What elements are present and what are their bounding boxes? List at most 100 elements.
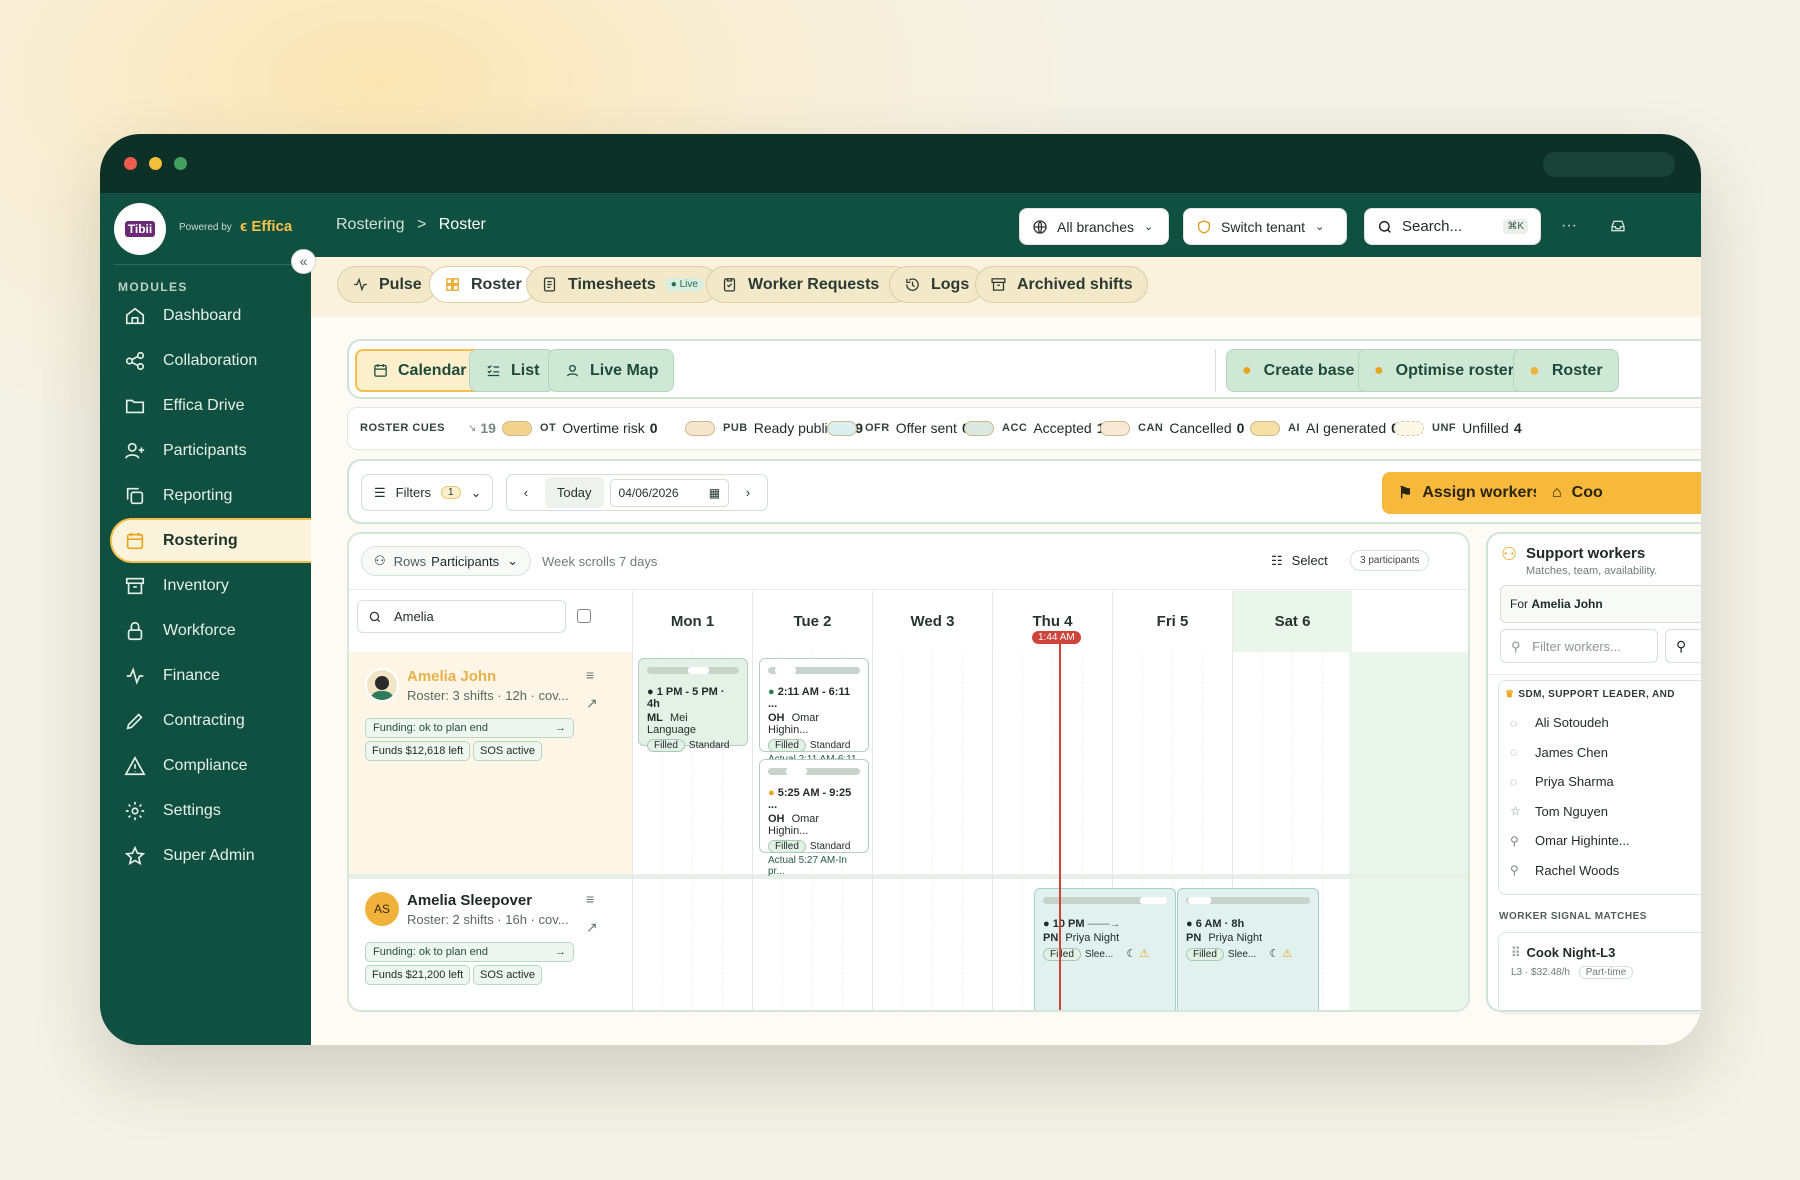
external-link-icon[interactable]: ↗ — [586, 695, 598, 712]
optimise-roster-button[interactable]: ● Optimise roster — [1358, 349, 1530, 392]
prev-week-icon[interactable]: ‹ — [507, 485, 545, 500]
sidebar-item-inventory[interactable]: Inventory — [112, 563, 307, 608]
continues-arrow-icon: ——→ — [1087, 918, 1121, 930]
shift-actual: Actual 5:27 AM-In pr... — [768, 855, 847, 877]
users-icon: ⚇ — [1501, 544, 1518, 564]
coordinator-button[interactable]: ⌂ Coo — [1536, 472, 1701, 514]
support-worker-item[interactable]: ◌ James Chen — [1510, 745, 1701, 760]
support-worker-item[interactable]: ◌ Priya Sharma — [1510, 774, 1701, 789]
sidebar-item-super-admin[interactable]: Super Admin — [112, 833, 307, 878]
worker-code: ML — [647, 712, 663, 724]
participant-search-input[interactable]: Amelia — [357, 600, 566, 633]
select-button[interactable]: ☷ Select — [1271, 553, 1328, 569]
sidebar-item-reporting[interactable]: Reporting — [112, 473, 307, 518]
next-week-icon[interactable]: › — [729, 485, 767, 500]
sidebar-item-participants[interactable]: Participants — [112, 428, 307, 473]
cue-can[interactable]: CAN Cancelled 0 — [1100, 420, 1244, 436]
logo-text: Tibii — [124, 221, 156, 237]
sidebar-item-dashboard[interactable]: Dashboard — [112, 293, 307, 338]
tab-roster[interactable]: Roster — [429, 266, 537, 303]
shift-card[interactable]: ● 10 PM ——→ PN Priya Night Filled Slee...… — [1034, 888, 1176, 1010]
sidebar-item-workforce[interactable]: Workforce — [112, 608, 307, 653]
grid-line — [1322, 652, 1323, 1010]
external-link-icon[interactable]: ↗ — [586, 919, 598, 936]
tab-archived-shifts[interactable]: Archived shifts — [975, 266, 1148, 303]
shift-card[interactable]: ● 5:25 AM - 9:25 ... OH Omar Highin... F… — [759, 759, 869, 877]
rows-select[interactable]: ⚇ Rows Participants ⌄ — [361, 546, 531, 576]
breadcrumb-rostering[interactable]: Rostering — [336, 216, 404, 233]
minimize-dot[interactable] — [149, 157, 162, 170]
close-dot[interactable] — [124, 157, 137, 170]
participant-name[interactable]: Amelia Sleepover — [407, 892, 532, 909]
support-worker-item[interactable]: ⚲Omar Highinte...Suppo — [1510, 833, 1701, 848]
sidebar-item-contracting[interactable]: Contracting — [112, 698, 307, 743]
participant-name[interactable]: Amelia John — [407, 668, 496, 685]
tab-timesheets[interactable]: Timesheets ● Live — [526, 266, 719, 303]
shift-card[interactable]: ● 2:11 AM - 6:11 ... OH Omar Highin... F… — [759, 658, 869, 776]
cue-code: UNF — [1432, 422, 1457, 434]
sidebar-item-finance[interactable]: Finance — [112, 653, 307, 698]
tab-pulse[interactable]: Pulse — [337, 266, 437, 303]
more-icon[interactable]: ··· — [1561, 217, 1577, 235]
signal-card[interactable]: ⠿ Cook Night-L3 L3 · $32.48/h Part-time — [1498, 932, 1701, 1014]
rows-label: Rows — [393, 553, 427, 569]
filter-icon[interactable]: ≡ — [586, 667, 594, 683]
day-header[interactable]: Tue 2 — [752, 591, 872, 653]
funding-status[interactable]: Funding: ok to plan end → — [365, 718, 574, 738]
cue-acc[interactable]: ACCAccepted1 — [964, 420, 1105, 436]
cue-swatch — [964, 420, 994, 436]
day-header[interactable]: Sat 6 — [1232, 591, 1352, 653]
support-worker-item[interactable]: ☆Tom NguyenSuppo — [1510, 804, 1701, 819]
roster-button[interactable]: ● Roster — [1513, 349, 1619, 392]
worker-name: Tom Nguyen — [1535, 803, 1608, 819]
support-worker-item[interactable]: ⚲Rachel WoodsSuppo — [1510, 863, 1701, 878]
tenant-select[interactable]: Switch tenant ⌄ — [1183, 208, 1347, 245]
assign-workers-button[interactable]: ⚑ Assign workers — [1382, 472, 1558, 514]
status-chip: Filled — [1186, 948, 1224, 961]
app-logo[interactable]: Tibii — [114, 203, 166, 255]
day-header[interactable]: Fri 5 — [1112, 591, 1232, 653]
day-header[interactable]: Wed 3 — [872, 591, 992, 653]
tab-worker-requests[interactable]: Worker Requests — [706, 266, 913, 303]
signal-rate: L3 · $32.48/h — [1511, 967, 1570, 978]
sidebar-item-collaboration[interactable]: Collaboration — [112, 338, 307, 383]
maximize-dot[interactable] — [174, 157, 187, 170]
cue-ofr[interactable]: OFROffer sent0 — [827, 420, 970, 436]
today-button[interactable]: Today — [544, 477, 604, 508]
tab-logs[interactable]: Logs — [889, 266, 985, 303]
sidebar-item-compliance[interactable]: Compliance — [112, 743, 307, 788]
support-worker-item[interactable]: ◌ Ali Sotoudeh — [1510, 715, 1701, 730]
filter-workers-input[interactable]: ⚲ Filter workers... — [1500, 629, 1658, 663]
search-input[interactable]: Search... ⌘K — [1364, 208, 1541, 245]
funding-status[interactable]: Funding: ok to plan end → — [365, 942, 574, 962]
shift-card[interactable]: ● 6 AM · 8h PN Priya Night Filled Slee...… — [1177, 888, 1319, 1010]
cue-ai[interactable]: AIAI generated0 — [1250, 420, 1399, 436]
filter-icon[interactable]: ≡ — [586, 891, 594, 907]
sidebar-item-rostering[interactable]: Rostering — [110, 518, 311, 563]
inbox-icon[interactable] — [1610, 218, 1626, 234]
collapse-column-icon[interactable] — [577, 609, 591, 623]
cue-unf[interactable]: UNF Unfilled 4 — [1394, 420, 1522, 436]
date-input[interactable]: 04/06/2026 ▦ — [609, 478, 730, 507]
users-icon: ⚇ — [374, 553, 386, 568]
address-bar[interactable] — [1543, 152, 1675, 177]
cue-ot[interactable]: OT Overtime risk 0 — [502, 420, 658, 436]
live-map-button[interactable]: Live Map — [548, 349, 675, 392]
collapse-sidebar-icon[interactable]: « — [291, 249, 316, 274]
for-participant[interactable]: For Amelia John — [1500, 585, 1701, 623]
tab-label: Pulse — [379, 275, 422, 293]
sidebar-item-effica-drive[interactable]: Effica Drive — [112, 383, 307, 428]
day-header[interactable]: Mon 1 — [632, 591, 752, 653]
filter-icon[interactable]: ⚲ — [1665, 629, 1701, 663]
modules-heading: MODULES — [118, 280, 188, 294]
filters-button[interactable]: ☰ Filters 1 ⌄ — [361, 474, 493, 511]
calendar-view-button[interactable]: Calendar — [355, 349, 484, 392]
sidebar-item-settings[interactable]: Settings — [112, 788, 307, 833]
archive-icon — [125, 577, 145, 594]
button-label: List — [511, 361, 540, 379]
grid-line — [752, 652, 753, 1010]
create-base-button[interactable]: ● Create base — [1226, 349, 1371, 392]
shift-card[interactable]: ● 1 PM - 5 PM · 4h ML Mei Language Fille… — [638, 658, 748, 752]
list-view-button[interactable]: List — [469, 349, 556, 392]
branches-select[interactable]: All branches ⌄ — [1019, 208, 1169, 245]
